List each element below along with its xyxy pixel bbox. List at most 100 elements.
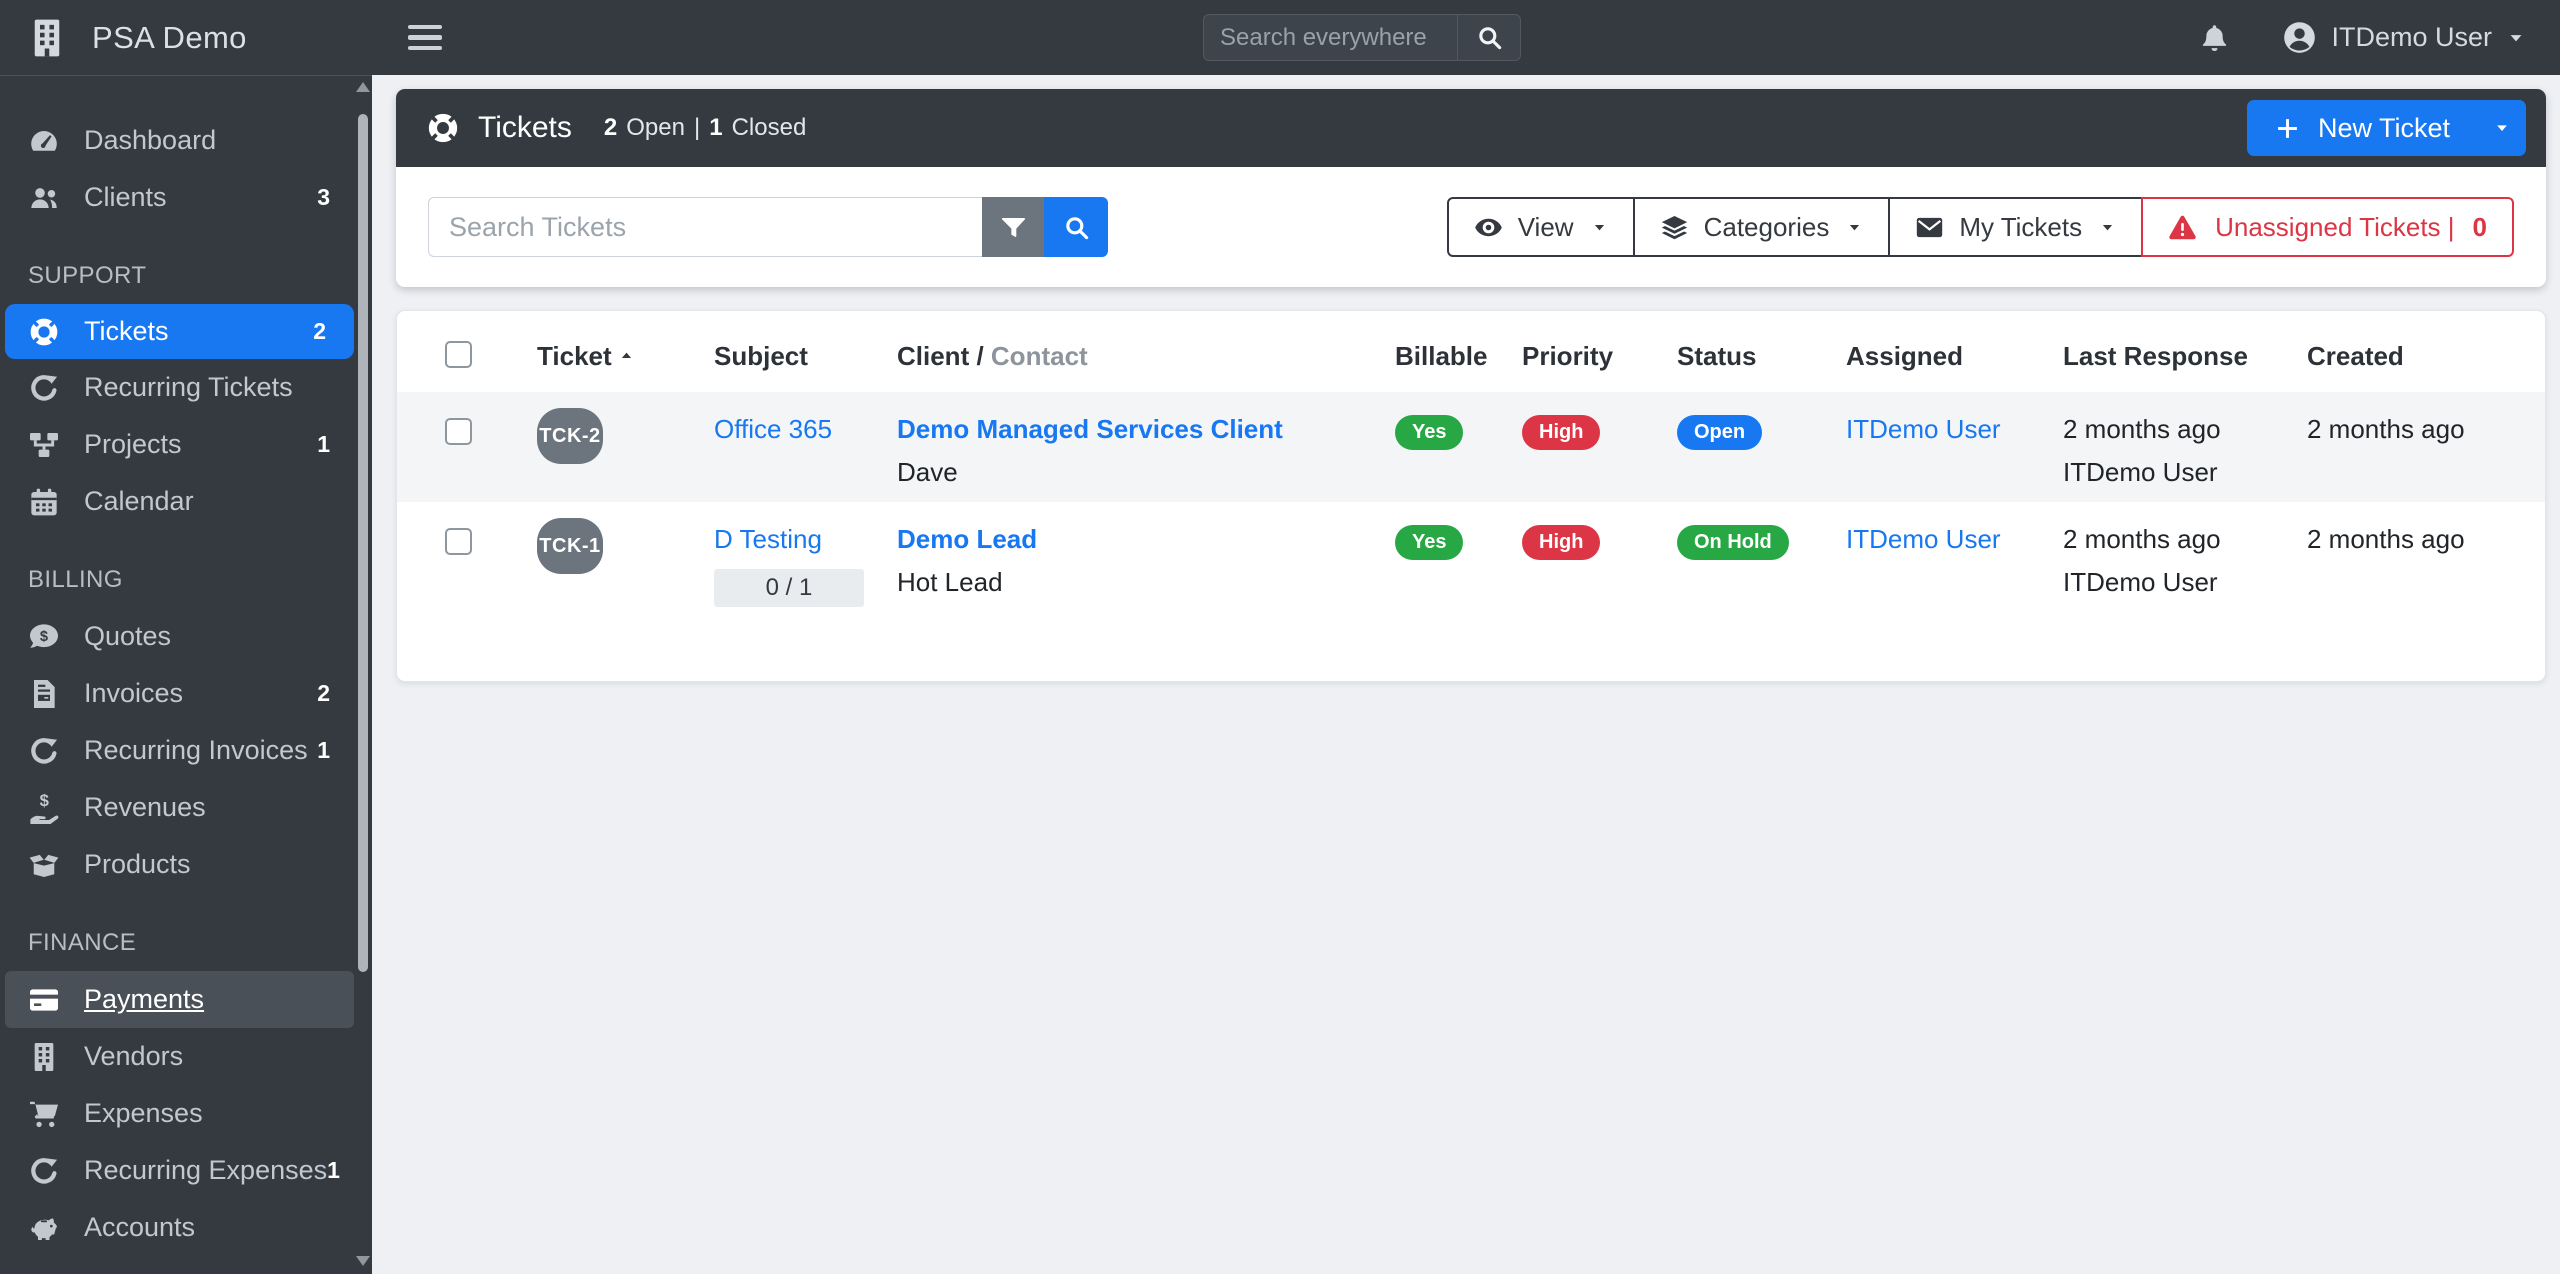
open-label: Open	[626, 114, 685, 141]
client-link[interactable]: Demo Managed Services Client	[897, 414, 1283, 444]
global-search-button[interactable]	[1457, 14, 1521, 61]
sidebar-item-recurring-tickets[interactable]: Recurring Tickets	[0, 359, 372, 416]
sidebar-item-label: Revenues	[84, 792, 206, 822]
caret-down-icon	[2493, 119, 2511, 137]
svg-text:$: $	[40, 792, 50, 810]
sidebar-item-clients[interactable]: Clients 3	[0, 169, 372, 226]
sidebar-item-badge: 2	[317, 680, 330, 706]
sidebar-item-label: Payments	[84, 984, 205, 1014]
client-link[interactable]: Demo Lead	[897, 524, 1037, 554]
envelope-icon	[1915, 213, 1944, 242]
column-header-created[interactable]: Created	[2291, 311, 2545, 392]
row-checkbox[interactable]	[445, 528, 472, 555]
sidebar-item-accounts[interactable]: Accounts	[0, 1199, 372, 1256]
ticket-search-input[interactable]	[428, 197, 982, 257]
column-header-ticket[interactable]: Ticket	[521, 311, 698, 392]
scrollbar-up-arrow[interactable]	[356, 82, 370, 92]
ticket-id-badge[interactable]: TCK-1	[537, 518, 603, 574]
sidebar-item-label: Projects	[84, 429, 182, 459]
column-header-subject[interactable]: Subject	[698, 311, 881, 392]
ticket-id-badge[interactable]: TCK-2	[537, 408, 603, 464]
notifications-button[interactable]	[2199, 22, 2230, 53]
open-count: 2	[603, 114, 618, 141]
sidebar-item-label: Recurring Tickets	[84, 372, 293, 402]
sidebar-item-products[interactable]: Products	[0, 836, 372, 893]
building-icon	[28, 1041, 60, 1073]
ticket-search-button[interactable]	[1044, 197, 1108, 257]
eye-icon	[1474, 213, 1503, 242]
sidebar-item-label: Products	[84, 849, 191, 879]
summary-separator: |	[693, 114, 701, 141]
assigned-user-link[interactable]: ITDemo User	[1846, 414, 2001, 444]
unassigned-tickets-count: 0	[2472, 211, 2487, 242]
user-name: ITDemo User	[2331, 22, 2492, 52]
sidebar-item-label: Dashboard	[84, 125, 217, 155]
user-menu[interactable]: ITDemo User	[2282, 20, 2526, 55]
sidebar-item-tickets[interactable]: Tickets 2	[5, 304, 354, 359]
hamburger-menu-button[interactable]	[408, 24, 442, 51]
assigned-user-link[interactable]: ITDemo User	[1846, 524, 2001, 554]
sidebar-item-dashboard[interactable]: Dashboard	[0, 112, 372, 169]
sidebar-item-label: Quotes	[84, 621, 172, 651]
column-header-client-contact[interactable]: Client / Contact	[881, 311, 1379, 392]
sidebar-item-label: Invoices	[84, 678, 184, 708]
column-header-billable[interactable]: Billable	[1379, 311, 1506, 392]
column-header-status[interactable]: Status	[1661, 311, 1830, 392]
scrollbar-down-arrow[interactable]	[356, 1256, 370, 1266]
sidebar-item-revenues[interactable]: $ Revenues	[0, 779, 372, 836]
app-brand[interactable]: PSA Demo	[0, 17, 372, 59]
plus-icon	[2275, 116, 2300, 141]
last-response-time: 2 months ago	[2063, 524, 2221, 554]
search-icon	[1063, 214, 1090, 241]
sidebar-item-calendar[interactable]: Calendar	[0, 473, 372, 530]
unassigned-tickets-button[interactable]: Unassigned Tickets | 0	[2141, 197, 2514, 257]
priority-badge: High	[1522, 415, 1601, 450]
sidebar-item-quotes[interactable]: $ Quotes	[0, 608, 372, 665]
my-tickets-dropdown-button[interactable]: My Tickets	[1888, 197, 2144, 257]
table-body: TCK-2 Office 365 Demo Managed Services C…	[397, 392, 2545, 621]
sidebar-item-recurring-expenses[interactable]: Recurring Expenses 1	[0, 1142, 372, 1199]
new-ticket-button[interactable]: New Ticket	[2246, 100, 2478, 156]
filter-button[interactable]	[982, 197, 1044, 257]
main-content: Tickets 2 Open | 1 Closed New Ticket Sea…	[372, 75, 2560, 1274]
page-header: Tickets 2 Open | 1 Closed New Ticket	[396, 89, 2546, 167]
new-ticket-dropdown-toggle[interactable]	[2478, 100, 2526, 156]
unassigned-tickets-label: Unassigned Tickets |	[2215, 211, 2455, 242]
select-all-checkbox[interactable]	[445, 341, 472, 368]
global-search-input[interactable]	[1203, 14, 1457, 61]
piggy-bank-icon	[28, 1212, 60, 1244]
sidebar-item-expenses[interactable]: Expenses	[0, 1085, 372, 1142]
ticket-subject-link[interactable]: Office 365	[714, 414, 832, 444]
sidebar-item-projects[interactable]: Projects 1	[0, 416, 372, 473]
filters-row: View Categories My Tickets Unassigned Ti…	[396, 167, 2546, 287]
column-header-assigned[interactable]: Assigned	[1830, 311, 2047, 392]
sidebar-scrollbar[interactable]	[356, 82, 370, 1268]
row-checkbox[interactable]	[445, 418, 472, 445]
categories-dropdown-button[interactable]: Categories	[1632, 197, 1891, 257]
status-badge: On Hold	[1677, 525, 1789, 560]
created-time: 2 months ago	[2307, 524, 2465, 554]
last-response-user: ITDemo User	[2063, 457, 2218, 487]
my-tickets-label: My Tickets	[1959, 211, 2083, 242]
scrollbar-thumb[interactable]	[358, 114, 368, 972]
refresh-icon	[28, 1155, 60, 1187]
sidebar-item-badge: 1	[327, 1157, 340, 1183]
last-response-time: 2 months ago	[2063, 414, 2221, 444]
filter-icon	[1000, 214, 1027, 241]
closed-label: Closed	[731, 114, 807, 141]
sidebar-item-label: Recurring Invoices	[84, 735, 308, 765]
view-dropdown-button[interactable]: View	[1446, 197, 1635, 257]
sidebar-item-payments[interactable]: Payments	[5, 971, 354, 1028]
bell-icon	[2199, 22, 2230, 53]
sidebar-item-invoices[interactable]: Invoices 2	[0, 665, 372, 722]
app-brand-title: PSA Demo	[92, 19, 247, 55]
table-row: TCK-2 Office 365 Demo Managed Services C…	[397, 392, 2545, 502]
column-header-priority[interactable]: Priority	[1506, 311, 1661, 392]
sidebar-item-recurring-invoices[interactable]: Recurring Invoices 1	[0, 722, 372, 779]
credit-card-icon	[28, 984, 60, 1016]
shopping-cart-icon	[28, 1098, 60, 1130]
sidebar-item-badge: 1	[317, 431, 330, 457]
column-header-last-response[interactable]: Last Response	[2047, 311, 2291, 392]
ticket-subject-link[interactable]: D Testing	[714, 524, 822, 554]
sidebar-item-vendors[interactable]: Vendors	[0, 1028, 372, 1085]
